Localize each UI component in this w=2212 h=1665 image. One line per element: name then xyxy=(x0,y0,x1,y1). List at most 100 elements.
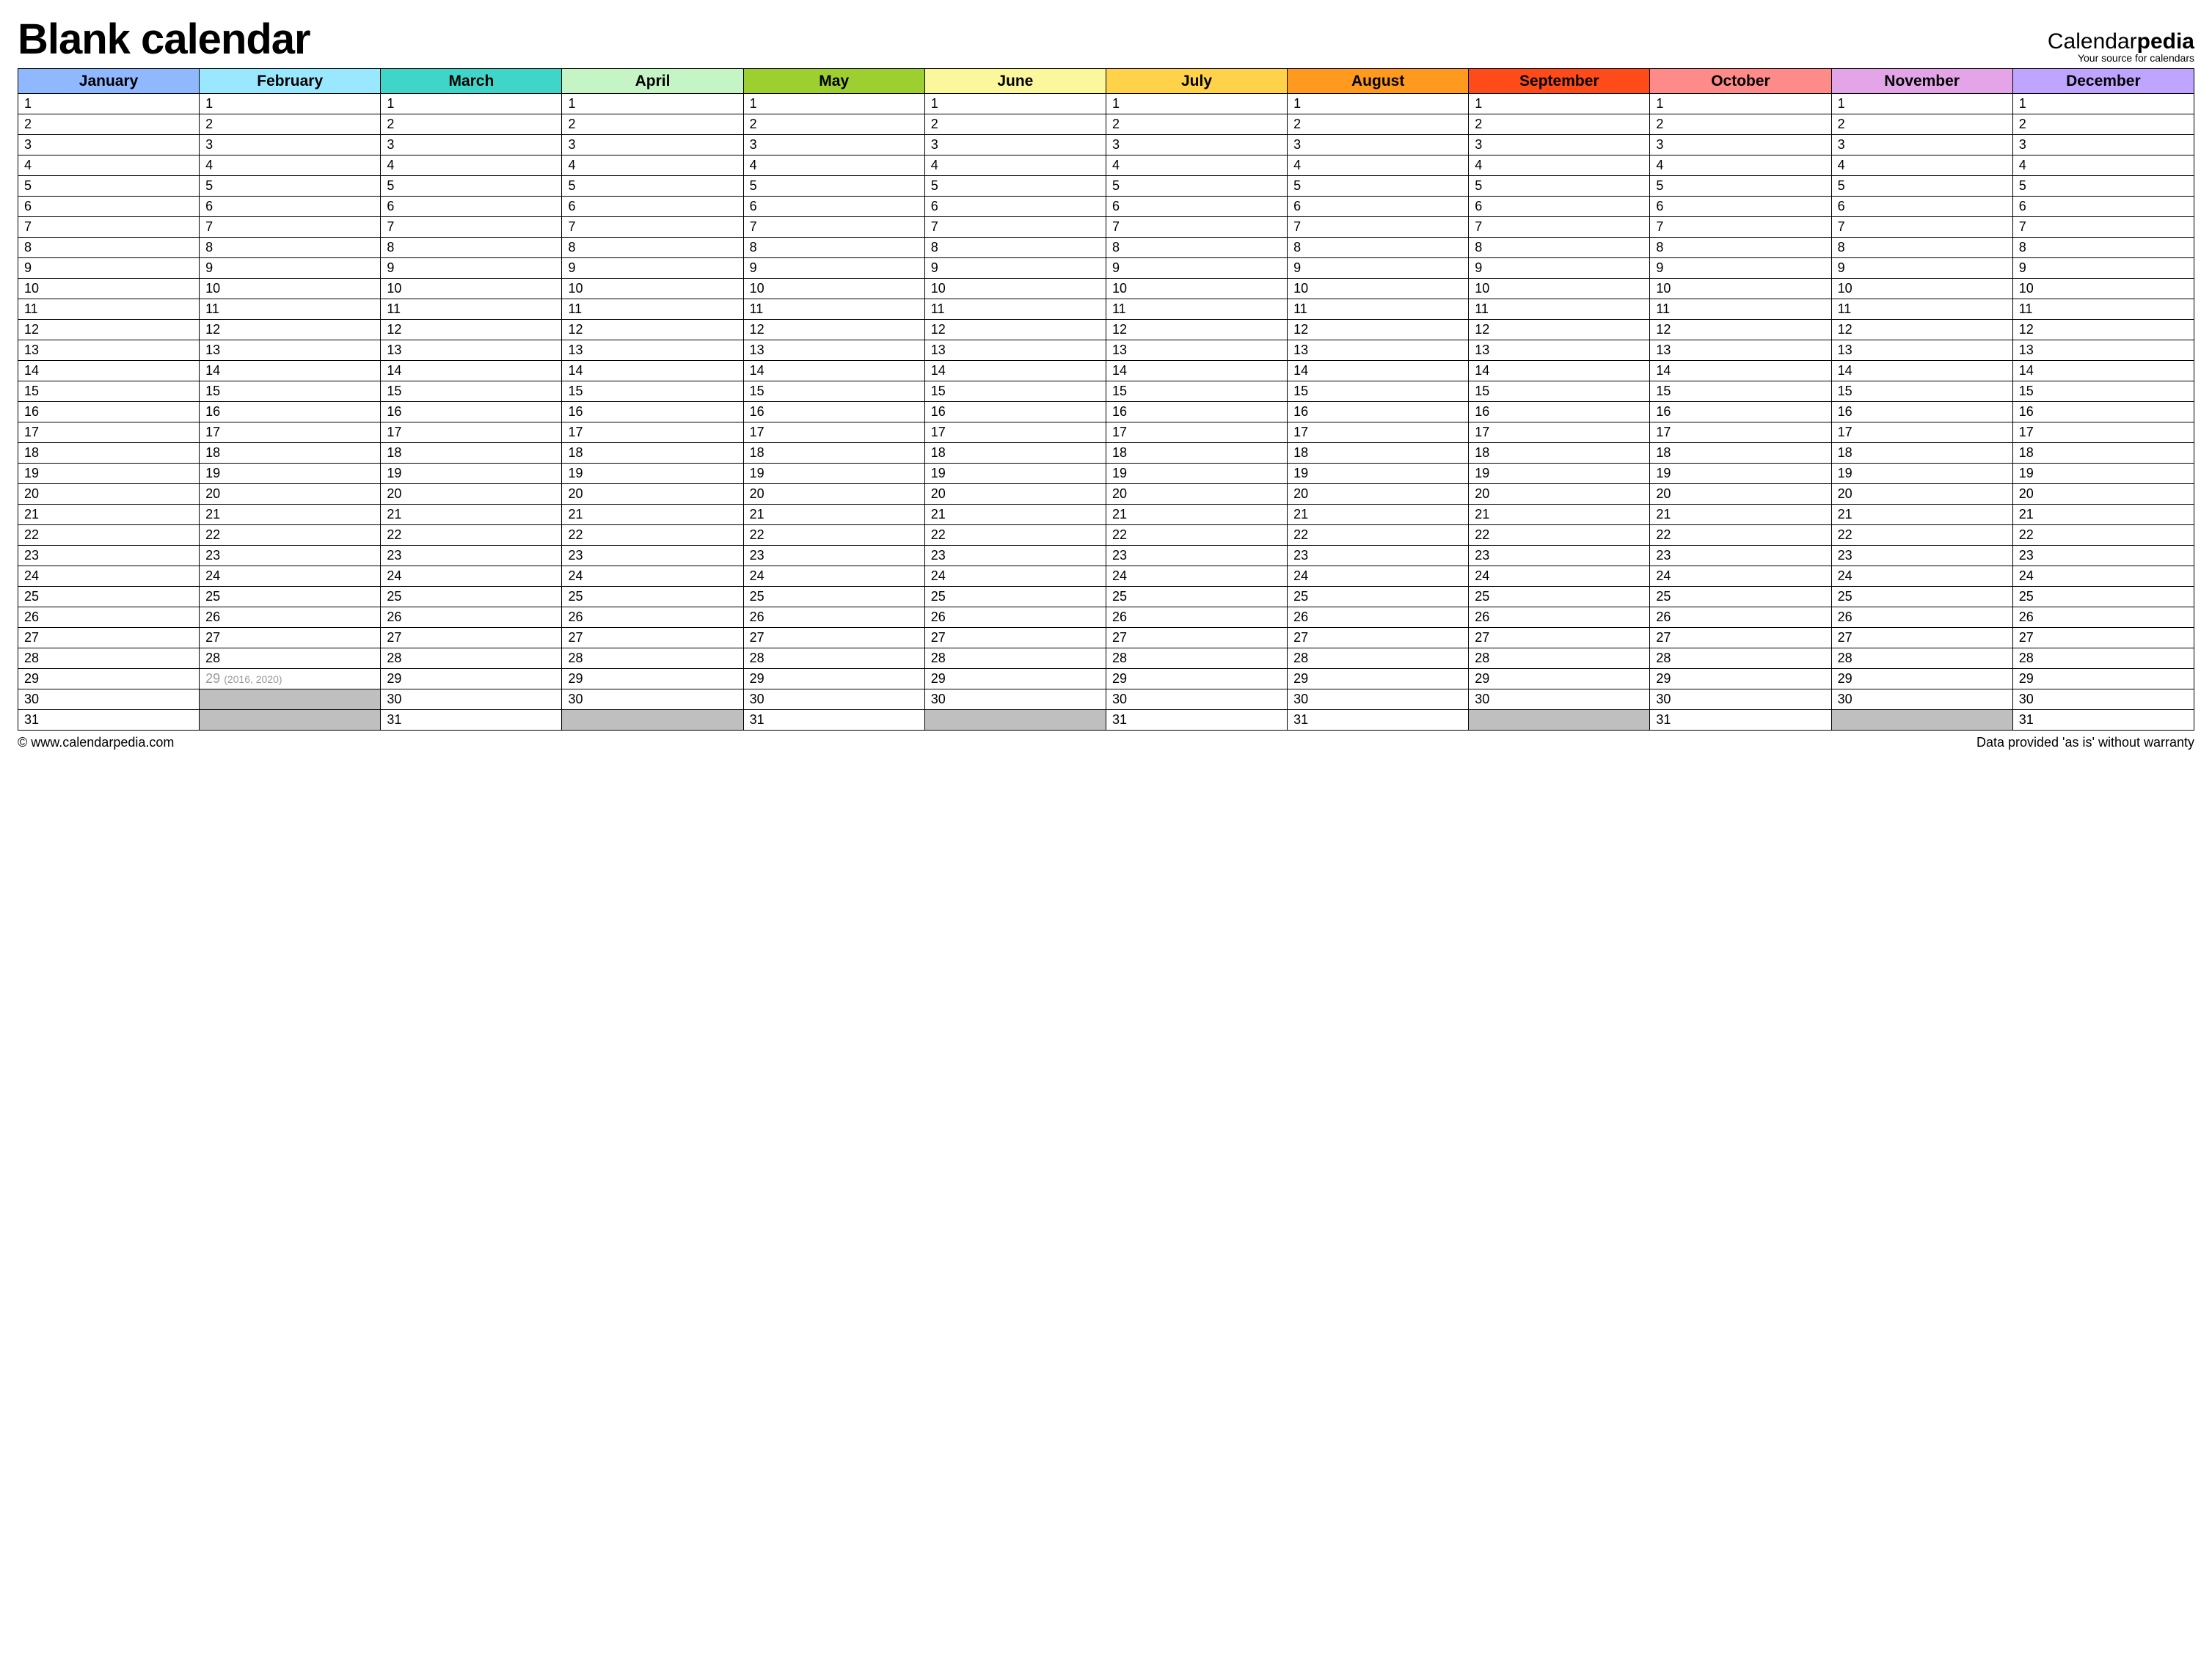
day-cell: 2 xyxy=(1106,114,1287,135)
day-cell: 29 xyxy=(1650,669,1831,689)
month-header-april: April xyxy=(562,69,743,94)
day-row: 121212121212121212121212 xyxy=(18,320,2194,340)
day-row: 242424242424242424242424 xyxy=(18,566,2194,587)
day-cell: 15 xyxy=(200,381,381,402)
day-cell: 29 xyxy=(1288,669,1469,689)
day-cell: 6 xyxy=(2012,197,2194,217)
day-cell: 11 xyxy=(562,299,743,320)
day-cell: 13 xyxy=(2012,340,2194,361)
day-cell: 5 xyxy=(562,176,743,197)
day-cell: 30 xyxy=(1288,689,1469,710)
day-cell: 24 xyxy=(924,566,1106,587)
day-cell: 1 xyxy=(1106,94,1287,114)
day-cell: 25 xyxy=(1650,587,1831,607)
day-cell: 13 xyxy=(924,340,1106,361)
day-cell: 18 xyxy=(562,443,743,464)
day-cell: 7 xyxy=(2012,217,2194,238)
day-cell: 4 xyxy=(1469,155,1650,176)
day-cell: 20 xyxy=(1288,484,1469,505)
day-cell: 30 xyxy=(1469,689,1650,710)
day-cell: 30 xyxy=(1650,689,1831,710)
day-cell: 13 xyxy=(1469,340,1650,361)
day-cell: 21 xyxy=(924,505,1106,525)
day-row: 262626262626262626262626 xyxy=(18,607,2194,628)
day-row: 202020202020202020202020 xyxy=(18,484,2194,505)
day-cell: 26 xyxy=(1106,607,1287,628)
brand-part2: pedia xyxy=(2137,29,2194,54)
day-cell: 11 xyxy=(18,299,200,320)
day-cell: 30 xyxy=(1106,689,1287,710)
day-cell: 17 xyxy=(1469,422,1650,443)
day-cell: 16 xyxy=(1469,402,1650,422)
day-cell: 24 xyxy=(18,566,200,587)
day-cell: 3 xyxy=(1288,135,1469,155)
day-cell: 8 xyxy=(18,238,200,258)
day-row: 272727272727272727272727 xyxy=(18,628,2194,648)
day-row: 31313131313131 xyxy=(18,710,2194,731)
day-cell: 21 xyxy=(743,505,924,525)
day-row: 444444444444 xyxy=(18,155,2194,176)
brand-tagline: Your source for calendars xyxy=(2048,53,2194,64)
day-cell: 8 xyxy=(1288,238,1469,258)
day-cell: 16 xyxy=(200,402,381,422)
day-cell: 23 xyxy=(200,546,381,566)
day-cell: 5 xyxy=(381,176,562,197)
day-row: 111111111111111111111111 xyxy=(18,299,2194,320)
day-cell: 11 xyxy=(924,299,1106,320)
day-cell: 1 xyxy=(562,94,743,114)
day-cell: 6 xyxy=(1469,197,1650,217)
day-cell: 29 xyxy=(1831,669,2012,689)
day-cell: 3 xyxy=(381,135,562,155)
day-cell: 16 xyxy=(562,402,743,422)
day-cell: 28 xyxy=(1469,648,1650,669)
day-cell: 2 xyxy=(18,114,200,135)
day-cell: 31 xyxy=(1650,710,1831,731)
day-cell: 15 xyxy=(381,381,562,402)
day-cell: 21 xyxy=(18,505,200,525)
day-cell: 22 xyxy=(1469,525,1650,546)
day-cell: 30 xyxy=(743,689,924,710)
day-cell: 17 xyxy=(381,422,562,443)
day-cell: 5 xyxy=(18,176,200,197)
day-cell: 14 xyxy=(1288,361,1469,381)
day-cell: 22 xyxy=(1288,525,1469,546)
day-cell: 13 xyxy=(381,340,562,361)
day-cell: 22 xyxy=(1106,525,1287,546)
day-cell: 18 xyxy=(1288,443,1469,464)
day-cell: 23 xyxy=(2012,546,2194,566)
brand-part1: Calendar xyxy=(2048,29,2137,54)
day-cell: 17 xyxy=(924,422,1106,443)
day-cell: 7 xyxy=(18,217,200,238)
day-row: 333333333333 xyxy=(18,135,2194,155)
day-cell: 9 xyxy=(924,258,1106,279)
day-cell: 31 xyxy=(2012,710,2194,731)
day-cell: 30 xyxy=(1831,689,2012,710)
day-cell: 10 xyxy=(381,279,562,299)
day-cell xyxy=(1469,710,1650,731)
day-cell: 26 xyxy=(381,607,562,628)
day-cell: 11 xyxy=(743,299,924,320)
day-cell: 29 xyxy=(2012,669,2194,689)
day-cell: 8 xyxy=(562,238,743,258)
day-row: 666666666666 xyxy=(18,197,2194,217)
day-cell: 8 xyxy=(1106,238,1287,258)
day-cell: 20 xyxy=(743,484,924,505)
day-cell: 3 xyxy=(200,135,381,155)
day-cell: 25 xyxy=(924,587,1106,607)
day-cell: 26 xyxy=(1469,607,1650,628)
day-cell: 9 xyxy=(1831,258,2012,279)
day-cell: 1 xyxy=(1469,94,1650,114)
day-cell: 8 xyxy=(1650,238,1831,258)
day-cell: 7 xyxy=(1288,217,1469,238)
day-cell: 18 xyxy=(200,443,381,464)
day-cell: 26 xyxy=(562,607,743,628)
day-cell: 31 xyxy=(743,710,924,731)
day-cell: 21 xyxy=(1831,505,2012,525)
month-header-october: October xyxy=(1650,69,1831,94)
day-cell: 2 xyxy=(381,114,562,135)
month-header-august: August xyxy=(1288,69,1469,94)
day-cell: 30 xyxy=(18,689,200,710)
day-cell: 15 xyxy=(1831,381,2012,402)
day-cell: 28 xyxy=(1831,648,2012,669)
day-cell: 29 (2016, 2020) xyxy=(200,669,381,689)
